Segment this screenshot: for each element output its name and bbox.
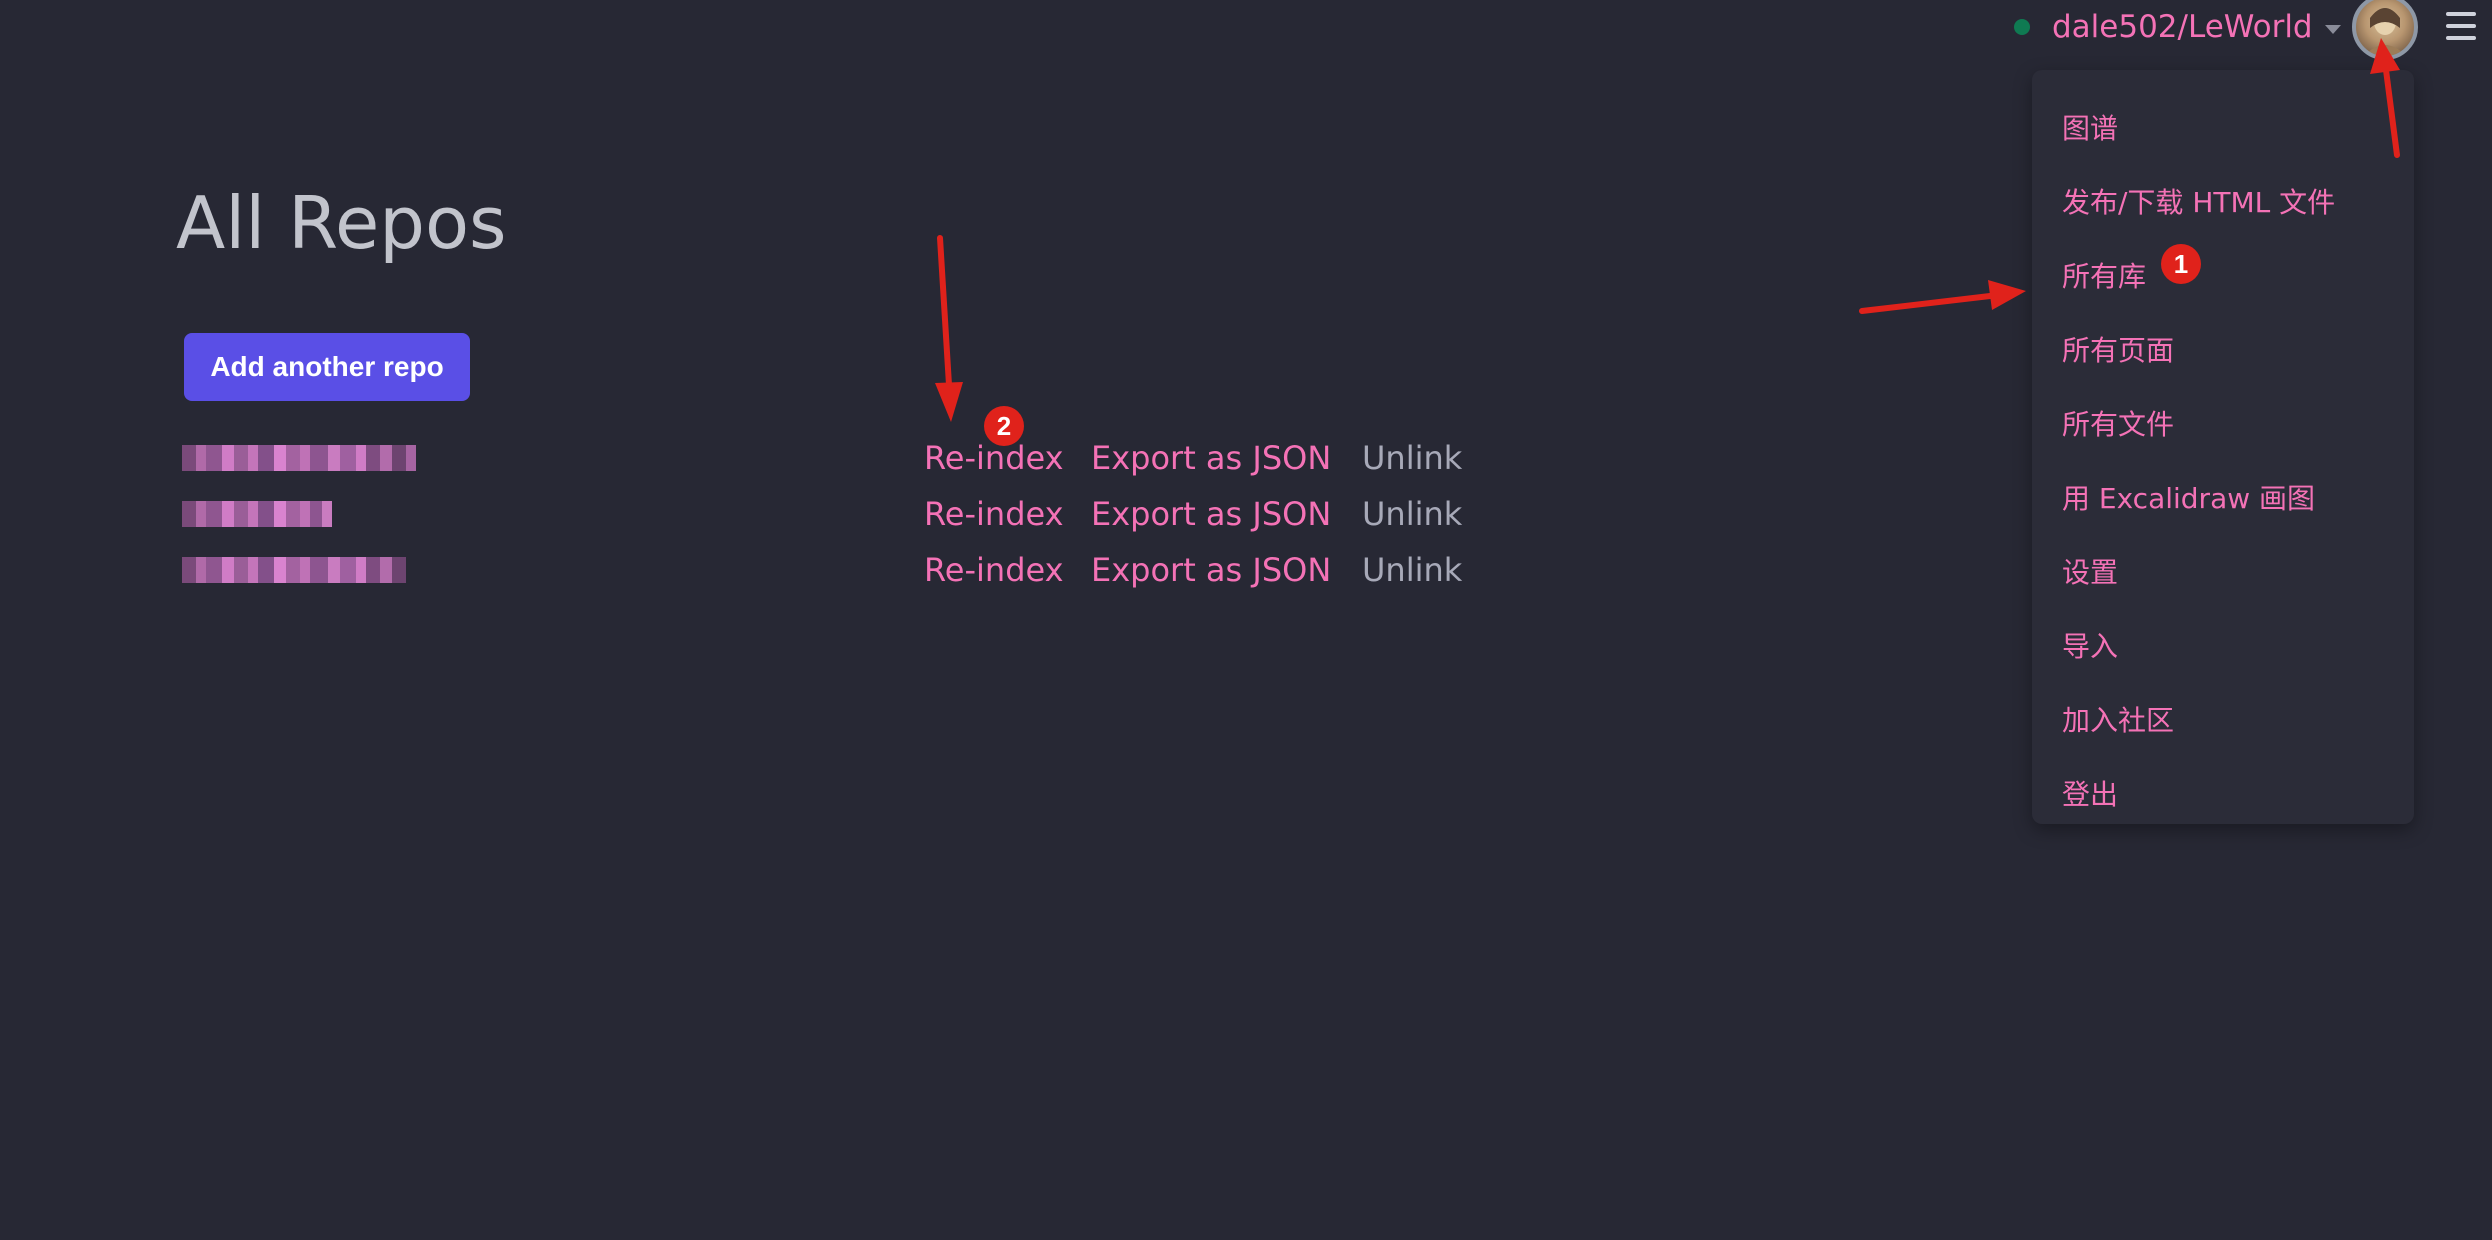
menu-item-graph[interactable]: 图谱: [2032, 90, 2414, 164]
current-repo-label: dale502/LeWorld: [2052, 9, 2313, 45]
reindex-link[interactable]: Re-index: [924, 549, 1064, 591]
repo-switcher[interactable]: dale502/LeWorld: [2052, 4, 2341, 50]
menu-item-all-pages[interactable]: 所有页面: [2032, 312, 2414, 386]
add-repo-button[interactable]: Add another repo: [184, 333, 470, 401]
reindex-link[interactable]: Re-index: [924, 493, 1064, 535]
repo-row: Re-index Export as JSON Unlink: [0, 545, 1600, 595]
menu-item-label: 所有库: [2062, 260, 2147, 293]
repo-name-pixelated: [182, 501, 332, 527]
menu-item-publish-html[interactable]: 发布/下载 HTML 文件: [2032, 164, 2414, 238]
menu-item-label: 所有文件: [2062, 408, 2175, 441]
repo-name-pixelated: [182, 445, 416, 471]
chevron-down-icon: [2324, 24, 2341, 34]
export-json-link[interactable]: Export as JSON: [1091, 493, 1331, 535]
menu-item-label: 用 Excalidraw 画图: [2062, 482, 2316, 515]
step-badge-2: 2: [984, 406, 1024, 446]
arrow-reindex: [937, 235, 952, 388]
export-json-link[interactable]: Export as JSON: [1091, 437, 1331, 479]
sync-status-dot: [2014, 19, 2030, 35]
menu-item-label: 登出: [2062, 778, 2119, 811]
unlink-link[interactable]: Unlink: [1362, 549, 1462, 591]
menu-item-label: 设置: [2062, 556, 2119, 589]
menu-item-label: 加入社区: [2062, 704, 2175, 737]
menu-item-label: 图谱: [2062, 112, 2119, 145]
unlink-link[interactable]: Unlink: [1362, 437, 1462, 479]
menu-item-label: 发布/下载 HTML 文件: [2062, 186, 2336, 219]
menu-item-import[interactable]: 导入: [2032, 608, 2414, 682]
repo-row: Re-index Export as JSON Unlink: [0, 489, 1600, 539]
step-badge-1: 1: [2161, 244, 2201, 284]
repo-name-pixelated: [182, 557, 406, 583]
menu-item-label: 所有页面: [2062, 334, 2175, 367]
arrow-all-repos-head: [1988, 280, 2026, 310]
hamburger-menu-icon[interactable]: [2446, 12, 2476, 40]
repo-row: Re-index Export as JSON Unlink: [0, 433, 1600, 483]
menu-item-label: 导入: [2062, 630, 2119, 663]
menu-item-excalidraw[interactable]: 用 Excalidraw 画图: [2032, 460, 2414, 534]
menu-item-logout[interactable]: 登出: [2032, 756, 2414, 830]
arrow-all-repos: [1859, 293, 1993, 314]
menu-item-all-repos[interactable]: 所有库: [2032, 238, 2414, 312]
user-dropdown-menu: 图谱 发布/下载 HTML 文件 所有库 所有页面 所有文件 用 Excalid…: [2032, 70, 2414, 824]
menu-item-join-community[interactable]: 加入社区: [2032, 682, 2414, 756]
menu-item-settings[interactable]: 设置: [2032, 534, 2414, 608]
page-title: All Repos: [176, 181, 507, 265]
user-avatar[interactable]: [2352, 0, 2418, 60]
export-json-link[interactable]: Export as JSON: [1091, 549, 1331, 591]
unlink-link[interactable]: Unlink: [1362, 493, 1462, 535]
arrow-reindex-head: [935, 382, 963, 422]
menu-item-all-files[interactable]: 所有文件: [2032, 386, 2414, 460]
